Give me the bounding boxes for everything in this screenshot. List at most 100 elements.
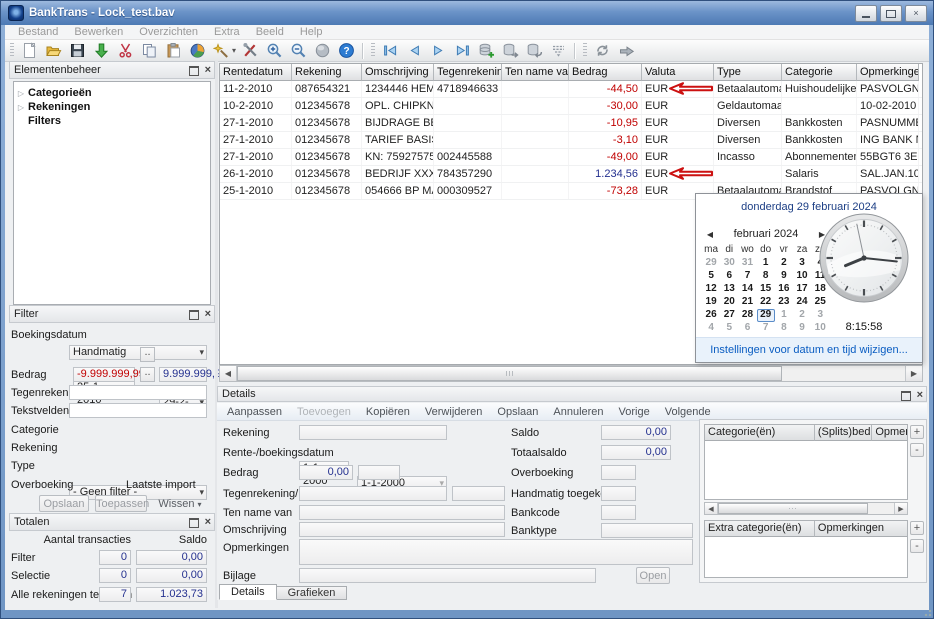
- calendar-day[interactable]: 7: [757, 322, 775, 335]
- menu-extra[interactable]: Extra: [207, 26, 247, 38]
- tab-details[interactable]: Details: [219, 584, 277, 600]
- save-icon[interactable]: [68, 42, 87, 60]
- calendar-day[interactable]: 6: [738, 322, 756, 335]
- column-header-tegenrekening[interactable]: Tegenrekening: [434, 64, 502, 81]
- add-categorie-button[interactable]: +: [910, 425, 924, 439]
- float-panel-icon[interactable]: [188, 66, 199, 76]
- calendar-day[interactable]: 19: [702, 296, 720, 309]
- table-horizontal-scrollbar[interactable]: ◀ ▶: [219, 365, 923, 382]
- action-kopi-ren[interactable]: Kopiëren: [366, 406, 410, 418]
- refresh-icon[interactable]: [593, 42, 612, 60]
- paste-icon[interactable]: [164, 42, 183, 60]
- calendar-day[interactable]: 2: [793, 309, 811, 322]
- db-add-icon[interactable]: [477, 42, 496, 60]
- calendar-day[interactable]: 14: [738, 283, 756, 296]
- pie-chart-icon[interactable]: [188, 42, 207, 60]
- calendar-day[interactable]: 20: [720, 296, 738, 309]
- column-header-valuta[interactable]: Valuta: [642, 64, 714, 81]
- action-toevoegen[interactable]: Toevoegen: [297, 406, 351, 418]
- bedrag-field[interactable]: 0,00: [299, 465, 353, 480]
- calendar-day[interactable]: 12: [702, 283, 720, 296]
- window-resize-grip[interactable]: [922, 607, 932, 617]
- calendar-day[interactable]: 24: [793, 296, 811, 309]
- scroll-left-icon[interactable]: ◀: [220, 366, 237, 381]
- globe-icon[interactable]: [313, 42, 332, 60]
- calendar-day[interactable]: 1: [775, 309, 793, 322]
- omschrijving-field[interactable]: [299, 522, 505, 537]
- calendar-day[interactable]: 29: [702, 257, 720, 270]
- scrollbar-thumb[interactable]: [718, 503, 868, 514]
- splitsbedrag-col-header[interactable]: (Splits)bedrag: [814, 425, 873, 441]
- calendar-day[interactable]: 9: [793, 322, 811, 335]
- float-panel-icon[interactable]: [188, 310, 199, 320]
- table-row[interactable]: 11-2-20100876543211234446 HEMA D...47189…: [220, 81, 922, 98]
- close-panel-icon[interactable]: ×: [205, 308, 211, 320]
- calendar-day[interactable]: 8: [775, 322, 793, 335]
- minimize-button[interactable]: [855, 5, 877, 22]
- opslaan-filter-button[interactable]: Opslaan: [39, 495, 89, 512]
- wand-caret-icon[interactable]: ▾: [230, 42, 238, 60]
- bedrag-max-input[interactable]: 9.999.999,99: [159, 367, 227, 382]
- toolbar-grip[interactable]: [10, 43, 14, 58]
- filter-rows-icon[interactable]: [549, 42, 568, 60]
- zoom-out-icon[interactable]: [289, 42, 308, 60]
- calendar-day[interactable]: 27: [720, 309, 738, 322]
- menu-beeld[interactable]: Beeld: [249, 26, 291, 38]
- next-record-icon[interactable]: [429, 42, 448, 60]
- extra-categorie-table[interactable]: Extra categorie(ën) Opmerkingen: [704, 520, 908, 578]
- calendar-day[interactable]: 6: [720, 270, 738, 283]
- menu-help[interactable]: Help: [293, 26, 330, 38]
- action-volgende[interactable]: Volgende: [665, 406, 711, 418]
- menu-overzichten[interactable]: Overzichten: [132, 26, 205, 38]
- toolbar-grip[interactable]: [583, 43, 587, 58]
- close-button[interactable]: ×: [905, 5, 927, 22]
- menu-bestand[interactable]: Bestand: [11, 26, 65, 38]
- toolbar-grip[interactable]: [371, 43, 375, 58]
- boekingsdatum-select[interactable]: Handmatig: [69, 345, 207, 360]
- scroll-left-icon[interactable]: ◀: [705, 503, 718, 514]
- calendar-day[interactable]: 13: [720, 283, 738, 296]
- calendar-day[interactable]: 16: [775, 283, 793, 296]
- close-panel-icon[interactable]: ×: [205, 516, 211, 528]
- action-vorige[interactable]: Vorige: [619, 406, 650, 418]
- first-record-icon[interactable]: [381, 42, 400, 60]
- scroll-right-icon[interactable]: ▶: [894, 503, 907, 514]
- close-panel-icon[interactable]: ×: [205, 64, 211, 76]
- action-aanpassen[interactable]: Aanpassen: [227, 406, 282, 418]
- calendar-day[interactable]: 30: [720, 257, 738, 270]
- calendar-day[interactable]: 3: [793, 257, 811, 270]
- bijlage-field[interactable]: [299, 568, 596, 583]
- column-header-opmerkingen[interactable]: Opmerkingen: [857, 64, 919, 81]
- calendar-day[interactable]: 2: [775, 257, 793, 270]
- rekening-field[interactable]: [299, 425, 447, 440]
- remove-categorie-button[interactable]: -: [910, 443, 924, 457]
- calendar-day[interactable]: 22: [757, 296, 775, 309]
- extra-categorie-col-header[interactable]: Extra categorie(ën): [705, 521, 815, 537]
- title-bar[interactable]: BankTrans - Lock_test.bav ×: [1, 1, 933, 25]
- table-row[interactable]: 26-1-2010 012345678 BEDRIJF XXX 784357290 1.…: [220, 166, 922, 183]
- bedrag-range-button[interactable]: ..: [140, 367, 155, 382]
- calendar-day[interactable]: 23: [775, 296, 793, 309]
- calendar-day[interactable]: 5: [720, 322, 738, 335]
- column-header-rekening[interactable]: Rekening: [292, 64, 362, 81]
- new-file-icon[interactable]: [20, 42, 39, 60]
- change-datetime-link[interactable]: Instellingen voor datum en tijd wijzigen…: [710, 344, 908, 356]
- table-row[interactable]: 27-1-2010012345678BIJDRAGE BETA... -10,95…: [220, 115, 922, 132]
- toepassen-button[interactable]: Toepassen: [95, 495, 149, 512]
- tekstvelden-input[interactable]: [69, 403, 207, 418]
- categorie-splits-table[interactable]: Categorie(ën) (Splits)bedrag Opmerkingen: [704, 424, 908, 500]
- db-revert-icon[interactable]: [525, 42, 544, 60]
- calendar-day[interactable]: 21: [738, 296, 756, 309]
- column-header-omschrijving[interactable]: Omschrijving: [362, 64, 434, 81]
- close-panel-icon[interactable]: ×: [917, 389, 923, 401]
- tree-item-filters[interactable]: Filters: [14, 114, 210, 128]
- zoom-in-icon[interactable]: [265, 42, 284, 60]
- opmerkingen-field[interactable]: [299, 539, 693, 565]
- calendar-day[interactable]: 5: [702, 270, 720, 283]
- table-row[interactable]: 27-1-2010012345678KN: 7592757597...00244…: [220, 149, 922, 166]
- calendar-day[interactable]: 28: [738, 309, 756, 322]
- float-panel-icon[interactable]: [900, 391, 911, 401]
- calendar-day-selected[interactable]: 29: [756, 309, 775, 322]
- tree-item-rekeningen[interactable]: ▷ Rekeningen: [14, 100, 210, 114]
- table-row[interactable]: 10-2-2010012345678OPL. CHIPKNIP 0... -30,…: [220, 98, 922, 115]
